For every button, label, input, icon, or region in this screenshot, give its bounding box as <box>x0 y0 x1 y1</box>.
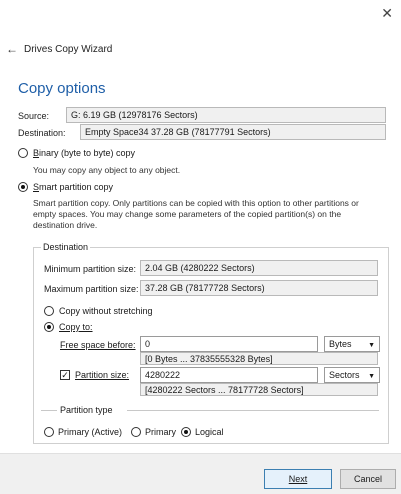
binary-copy-description: You may copy any object to any object. <box>33 165 181 175</box>
destination-field: Empty Space34 37.28 GB (78177791 Sectors… <box>80 124 386 140</box>
primary-active-radio[interactable] <box>44 427 54 437</box>
partition-size-range: [4280222 Sectors ... 78177728 Sectors] <box>140 383 378 396</box>
back-arrow-icon[interactable]: ← <box>6 42 18 56</box>
cancel-button[interactable]: Cancel <box>340 469 396 489</box>
partition-type-title: Partition type <box>60 405 113 415</box>
partition-size-unit-select[interactable]: Sectors ▼ <box>324 367 380 383</box>
next-button[interactable]: Next <box>264 469 332 489</box>
logical-radio[interactable] <box>181 427 191 437</box>
close-icon[interactable]: ✕ <box>381 6 393 20</box>
primary-active-label[interactable]: Primary (Active) <box>58 427 122 437</box>
free-space-label: Free space before: <box>60 340 136 350</box>
smart-copy-radio[interactable] <box>18 182 28 192</box>
smart-copy-description: Smart partition copy. Only partitions ca… <box>33 198 359 230</box>
max-partition-label: Maximum partition size: <box>44 284 139 294</box>
logical-label[interactable]: Logical <box>195 427 224 437</box>
min-partition-field: 2.04 GB (4280222 Sectors) <box>140 260 378 276</box>
source-label: Source: <box>18 111 50 121</box>
min-partition-label: Minimum partition size: <box>44 264 137 274</box>
partition-type-divider-right <box>127 410 379 411</box>
source-field: G: 6.19 GB (12978176 Sectors) <box>66 107 386 123</box>
max-partition-field: 37.28 GB (78177728 Sectors) <box>140 280 378 296</box>
partition-type-divider-left <box>41 410 57 411</box>
copy-without-stretching-label[interactable]: Copy without stretching <box>59 306 153 316</box>
destination-group-title: Destination <box>41 242 91 252</box>
primary-radio[interactable] <box>131 427 141 437</box>
partition-size-label[interactable]: Partition size: <box>75 370 129 380</box>
primary-label[interactable]: Primary <box>145 427 176 437</box>
wizard-title: Drives Copy Wizard <box>24 44 113 55</box>
chevron-down-icon: ▼ <box>368 342 375 349</box>
partition-size-input[interactable]: 4280222 <box>140 367 318 383</box>
free-space-unit-select[interactable]: Bytes ▼ <box>324 336 380 352</box>
free-space-range: [0 Bytes ... 37835555328 Bytes] <box>140 352 378 365</box>
copy-to-label[interactable]: Copy to: <box>59 322 93 332</box>
partition-size-checkbox[interactable]: ✓ <box>60 370 70 380</box>
binary-copy-label[interactable]: Binary (byte to byte) copy <box>33 148 135 158</box>
copy-without-stretching-radio[interactable] <box>44 306 54 316</box>
smart-copy-label[interactable]: Smart partition copy <box>33 182 113 192</box>
free-space-input[interactable]: 0 <box>140 336 318 352</box>
chevron-down-icon: ▼ <box>368 373 375 380</box>
page-heading: Copy options <box>18 80 106 97</box>
binary-copy-radio[interactable] <box>18 148 28 158</box>
copy-to-radio[interactable] <box>44 322 54 332</box>
destination-label: Destination: <box>18 128 66 138</box>
